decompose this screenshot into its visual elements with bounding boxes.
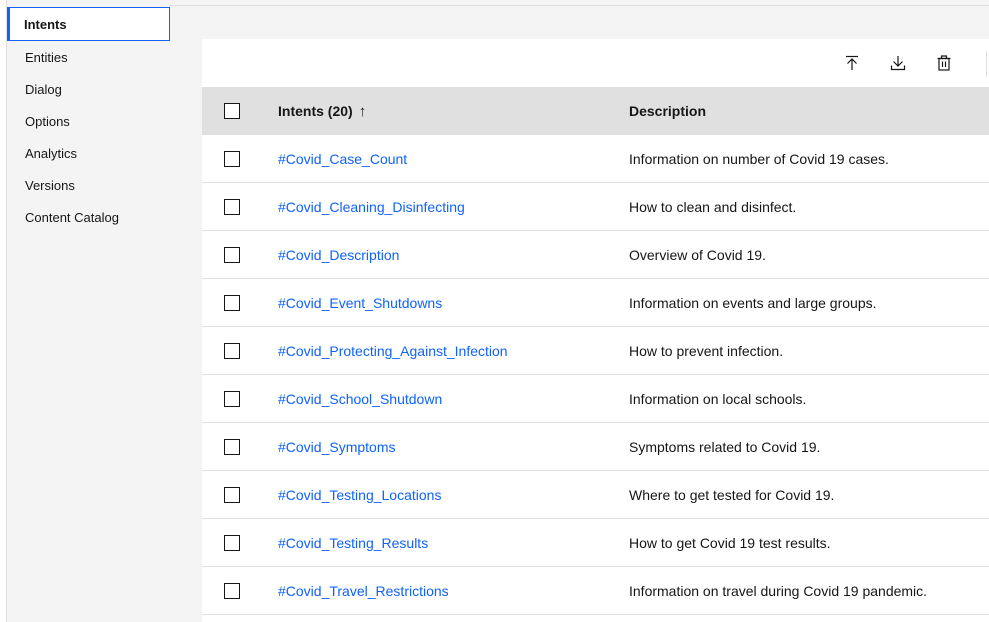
top-strip — [170, 0, 989, 6]
delete-button[interactable] — [921, 39, 967, 87]
sidebar-item-intents[interactable]: Intents — [7, 7, 170, 41]
row-checkbox[interactable] — [224, 582, 240, 599]
sidebar-item-analytics[interactable]: Analytics — [7, 137, 177, 169]
intent-description: How to clean and disinfect. — [629, 198, 797, 215]
row-checkbox[interactable] — [224, 390, 240, 407]
table-row: #Covid_Cleaning_Disinfecting How to clea… — [202, 183, 989, 231]
download-button[interactable] — [875, 39, 921, 87]
row-checkbox[interactable] — [224, 486, 240, 503]
intent-link[interactable]: #Covid_Symptoms — [278, 439, 396, 455]
intents-column-header[interactable]: Intents (20) — [278, 103, 353, 119]
intent-description: Information on local schools. — [629, 390, 807, 407]
intent-link[interactable]: #Covid_Description — [278, 247, 399, 263]
intent-description: How to prevent infection. — [629, 342, 784, 359]
row-checkbox[interactable] — [224, 150, 240, 167]
intent-link[interactable]: #Covid_Testing_Results — [278, 535, 428, 551]
table-row: #Covid_Symptoms Symptoms related to Covi… — [202, 423, 989, 471]
intent-link[interactable]: #Covid_Protecting_Against_Infection — [278, 343, 508, 359]
window-left-edge — [0, 0, 7, 622]
sort-ascending-icon[interactable]: ↑ — [359, 103, 367, 120]
intent-link[interactable]: #Covid_Travel_Restrictions — [278, 583, 449, 599]
intent-link[interactable]: #Covid_Cleaning_Disinfecting — [278, 199, 465, 215]
intent-description: Symptoms related to Covid 19. — [629, 438, 821, 455]
intent-link[interactable]: #Covid_Case_Count — [278, 151, 407, 167]
table-row: #Covid_Case_Count Information on number … — [202, 135, 989, 183]
row-checkbox[interactable] — [224, 246, 240, 263]
upload-icon — [846, 55, 858, 70]
intent-description: Where to get tested for Covid 19. — [629, 486, 835, 503]
intent-link[interactable]: #Covid_Testing_Locations — [278, 487, 441, 503]
delete-icon — [937, 55, 951, 71]
description-column-header: Description — [629, 103, 707, 119]
intent-description: Information on travel during Covid 19 pa… — [629, 582, 928, 599]
table-row: #Covid_School_Shutdown Information on lo… — [202, 375, 989, 423]
sidebar-nav: Intents Entities Dialog Options Analytic… — [7, 0, 177, 622]
sidebar-item-options[interactable]: Options — [7, 105, 177, 137]
download-icon — [890, 56, 906, 71]
table-body: #Covid_Case_Count Information on number … — [202, 135, 989, 615]
table-row: #Covid_Testing_Results How to get Covid … — [202, 519, 989, 567]
table-row: #Covid_Description Overview of Covid 19. — [202, 231, 989, 279]
table-row: #Covid_Testing_Locations Where to get te… — [202, 471, 989, 519]
intent-description: How to get Covid 19 test results. — [629, 534, 831, 551]
toolbar-divider — [986, 51, 987, 77]
row-checkbox[interactable] — [224, 534, 240, 551]
sidebar-item-content-catalog[interactable]: Content Catalog — [7, 201, 177, 233]
table-header: Intents (20) ↑ Description — [202, 87, 989, 135]
intent-description: Overview of Covid 19. — [629, 246, 766, 263]
table-row: #Covid_Protecting_Against_Infection How … — [202, 327, 989, 375]
sidebar-item-entities[interactable]: Entities — [7, 41, 177, 73]
table-row: #Covid_Travel_Restrictions Information o… — [202, 567, 989, 615]
row-checkbox[interactable] — [224, 342, 240, 359]
table-toolbar — [202, 39, 989, 87]
upload-button[interactable] — [829, 39, 875, 87]
row-checkbox[interactable] — [224, 198, 240, 215]
table-row: #Covid_Event_Shutdowns Information on ev… — [202, 279, 989, 327]
intents-panel: Intents (20) ↑ Description #Covid_Case_C… — [202, 39, 989, 622]
select-all-checkbox[interactable] — [224, 103, 240, 119]
intent-description: Information on events and large groups. — [629, 294, 877, 311]
intent-link[interactable]: #Covid_Event_Shutdowns — [278, 295, 442, 311]
intent-link[interactable]: #Covid_School_Shutdown — [278, 391, 442, 407]
intent-description: Information on number of Covid 19 cases. — [629, 150, 889, 167]
sidebar-item-dialog[interactable]: Dialog — [7, 73, 177, 105]
row-checkbox[interactable] — [224, 438, 240, 455]
sidebar-item-versions[interactable]: Versions — [7, 169, 177, 201]
row-checkbox[interactable] — [224, 294, 240, 311]
